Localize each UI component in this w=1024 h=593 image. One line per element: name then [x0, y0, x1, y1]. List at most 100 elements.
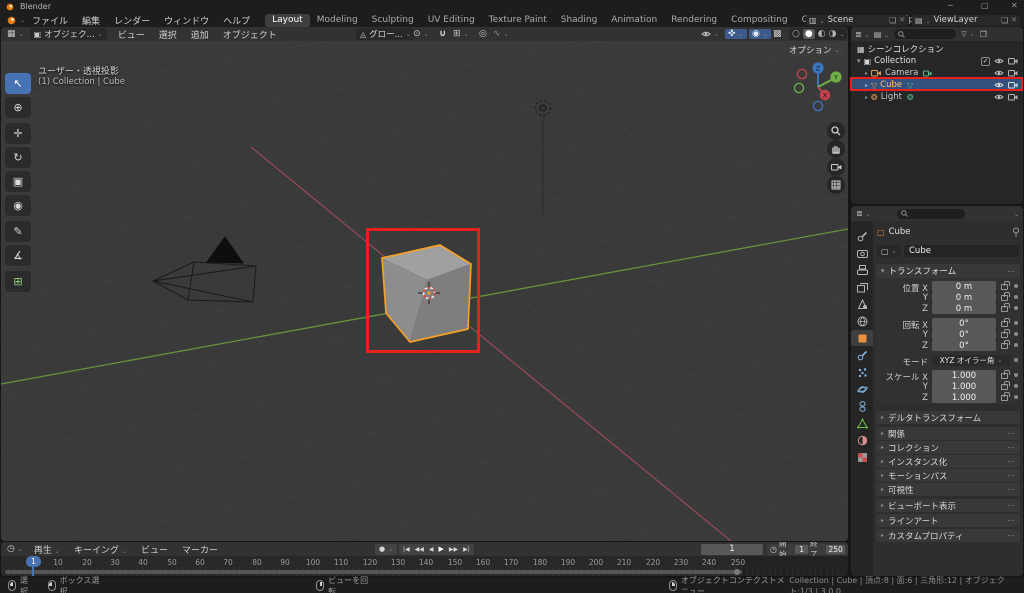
workspace-tab-sculpting[interactable]: Sculpting — [365, 14, 421, 27]
section-visibility[interactable]: ▸ 可視性 ⋯ — [876, 483, 1020, 496]
timeline-editor-icon[interactable]: ◷ — [7, 544, 23, 554]
lock-icon[interactable] — [1001, 340, 1010, 349]
panel-menu-icon[interactable]: ⋯ — [1007, 531, 1015, 540]
menu-select[interactable]: 選択 — [152, 28, 184, 41]
menu-window[interactable]: ウィンドウ — [157, 14, 216, 27]
disable-render-camera-icon[interactable] — [1008, 57, 1018, 65]
collection-checkbox[interactable]: ✓ — [981, 56, 990, 66]
lock-icon[interactable] — [1001, 381, 1010, 390]
shading-rendered-button[interactable]: ◑ — [829, 29, 845, 39]
properties-search-input[interactable] — [896, 208, 965, 219]
rotation-y-field[interactable]: 0° — [932, 329, 996, 340]
frame-end-field[interactable]: 250 — [826, 544, 845, 554]
breadcrumb-object-name[interactable]: Cube — [889, 227, 911, 237]
panel-menu-icon[interactable]: ⋯ — [1007, 429, 1015, 438]
workspace-tab-uv-editing[interactable]: UV Editing — [421, 14, 482, 27]
animate-dot[interactable] — [1014, 373, 1018, 377]
tool-measure[interactable]: ∡ — [5, 245, 31, 266]
panel-menu-icon[interactable]: ⋯ — [1007, 485, 1015, 494]
section-viewport-display[interactable]: ▸ ビューポート表示 ⋯ — [876, 499, 1020, 512]
menu-view[interactable]: ビュー — [134, 543, 175, 556]
gizmos-toggle[interactable]: ✜ — [725, 29, 747, 39]
section-instancing[interactable]: ▸ インスタンス化 ⋯ — [876, 455, 1020, 468]
shading-wireframe-button[interactable]: ○ — [792, 29, 800, 39]
outliner-row-light[interactable]: ▸ ❂ Light ❂ — [851, 91, 1022, 103]
scale-z-field[interactable]: 1.000 — [932, 392, 996, 403]
rotation-z-field[interactable]: 0° — [932, 340, 996, 351]
properties-tab-world[interactable] — [851, 313, 873, 329]
tool-transform[interactable]: ◉ — [5, 195, 31, 216]
menu-marker[interactable]: マーカー — [175, 543, 225, 556]
object-browse-dropdown[interactable]: ▢ — [877, 245, 901, 257]
panel-menu-icon[interactable]: ⋯ — [1007, 516, 1015, 525]
outliner-row-collection[interactable]: ▾ ▣ Collection ✓ — [851, 55, 1022, 67]
maximize-button[interactable]: ▢ — [981, 1, 989, 10]
view-layer-browse-icon[interactable]: ▤ — [915, 16, 931, 25]
view-layer-copy-icon[interactable]: ❏ — [1001, 16, 1008, 25]
frame-start-field[interactable]: 1 — [795, 544, 809, 554]
menu-object[interactable]: オブジェクト — [216, 28, 284, 41]
workspace-tab-layout[interactable]: Layout — [265, 13, 310, 27]
disable-render-camera-icon[interactable] — [1008, 69, 1018, 77]
object-name-field[interactable]: Cube — [904, 245, 1019, 257]
properties-tab-object[interactable] — [851, 330, 873, 346]
view-layer-selector[interactable]: ▤ ViewLayer ❏ ✕ — [912, 14, 1020, 26]
properties-tab-tool[interactable] — [851, 228, 873, 244]
play-button[interactable]: ▶ — [439, 545, 444, 553]
workspace-tab-modeling[interactable]: Modeling — [310, 14, 365, 27]
location-z-field[interactable]: 0 m — [932, 303, 996, 314]
lock-icon[interactable] — [1001, 329, 1010, 338]
animate-dot[interactable] — [1014, 284, 1018, 288]
panel-menu-icon[interactable]: ⋯ — [1007, 443, 1015, 452]
proportional-editing-toggle[interactable]: ◎ — [479, 29, 487, 39]
options-button[interactable]: オプション — [784, 44, 845, 56]
tool-annotate[interactable]: ✎ — [5, 221, 31, 242]
workspace-tab-texture-paint[interactable]: Texture Paint — [482, 14, 554, 27]
properties-tab-texture[interactable] — [851, 449, 873, 465]
properties-tab-modifiers[interactable] — [851, 347, 873, 363]
scale-x-field[interactable]: 1.000 — [932, 370, 996, 381]
blender-menu-icon[interactable] — [6, 16, 25, 25]
use-preview-range-icon[interactable]: ◷ — [770, 545, 777, 554]
menu-playback[interactable]: 再生 — [27, 543, 67, 556]
menu-file[interactable]: ファイル — [25, 14, 75, 27]
properties-tab-view-layer[interactable] — [851, 279, 873, 295]
auto-keying-record-button[interactable]: ● — [375, 543, 398, 555]
animate-dot[interactable] — [1014, 306, 1018, 310]
camera-view-button[interactable] — [827, 158, 845, 176]
workspace-tab-animation[interactable]: Animation — [604, 14, 664, 27]
shading-material-button[interactable]: ◐ — [818, 29, 826, 39]
scene-selector[interactable]: ▥ Scene ❏ ✕ — [806, 14, 908, 26]
playhead-badge[interactable]: 1 — [26, 556, 41, 567]
hide-eye-icon[interactable] — [994, 57, 1004, 65]
scene-unlink-icon[interactable]: ✕ — [899, 16, 905, 24]
tool-rotate[interactable]: ↻ — [5, 147, 31, 168]
lock-icon[interactable] — [1001, 318, 1010, 327]
section-custom-properties[interactable]: ▸ カスタムプロパティ ⋯ — [876, 529, 1020, 542]
disclosure-closed-icon[interactable]: ▸ — [865, 70, 868, 77]
section-motion-paths[interactable]: ▸ モーションパス ⋯ — [876, 469, 1020, 482]
orthographic-toggle-button[interactable] — [827, 176, 845, 194]
outliner-row-scene-collection[interactable]: ▦ シーンコレクション — [851, 43, 1022, 56]
animate-dot[interactable] — [1014, 321, 1018, 325]
panel-menu-icon[interactable]: ⋯ — [1007, 457, 1015, 466]
properties-tab-physics[interactable] — [851, 381, 873, 397]
properties-tab-scene[interactable] — [851, 296, 873, 312]
animate-dot[interactable] — [1014, 332, 1018, 336]
timeline-scrollbar[interactable] — [5, 570, 742, 574]
disclosure-closed-icon[interactable]: ▸ — [865, 94, 868, 101]
menu-help[interactable]: ヘルプ — [216, 14, 257, 27]
play-reverse-button[interactable]: ◀ — [429, 546, 434, 553]
next-keyframe-button[interactable]: ▶▶ — [449, 546, 458, 553]
properties-tab-render[interactable] — [851, 245, 873, 261]
animate-dot[interactable] — [1014, 343, 1018, 347]
section-relations[interactable]: ▸ 関係 ⋯ — [876, 427, 1020, 440]
xray-toggle[interactable]: ▩ — [773, 29, 782, 39]
tool-add-cube[interactable]: ⊞ — [5, 271, 31, 292]
transform-panel-header[interactable]: ▾ トランスフォーム ⋯ — [876, 264, 1020, 278]
tool-select-box[interactable]: ↖ — [5, 73, 31, 94]
menu-add[interactable]: 追加 — [184, 28, 216, 41]
workspace-tab-shading[interactable]: Shading — [554, 14, 605, 27]
tool-scale[interactable]: ▣ — [5, 171, 31, 192]
location-x-field[interactable]: 0 m — [932, 281, 996, 292]
